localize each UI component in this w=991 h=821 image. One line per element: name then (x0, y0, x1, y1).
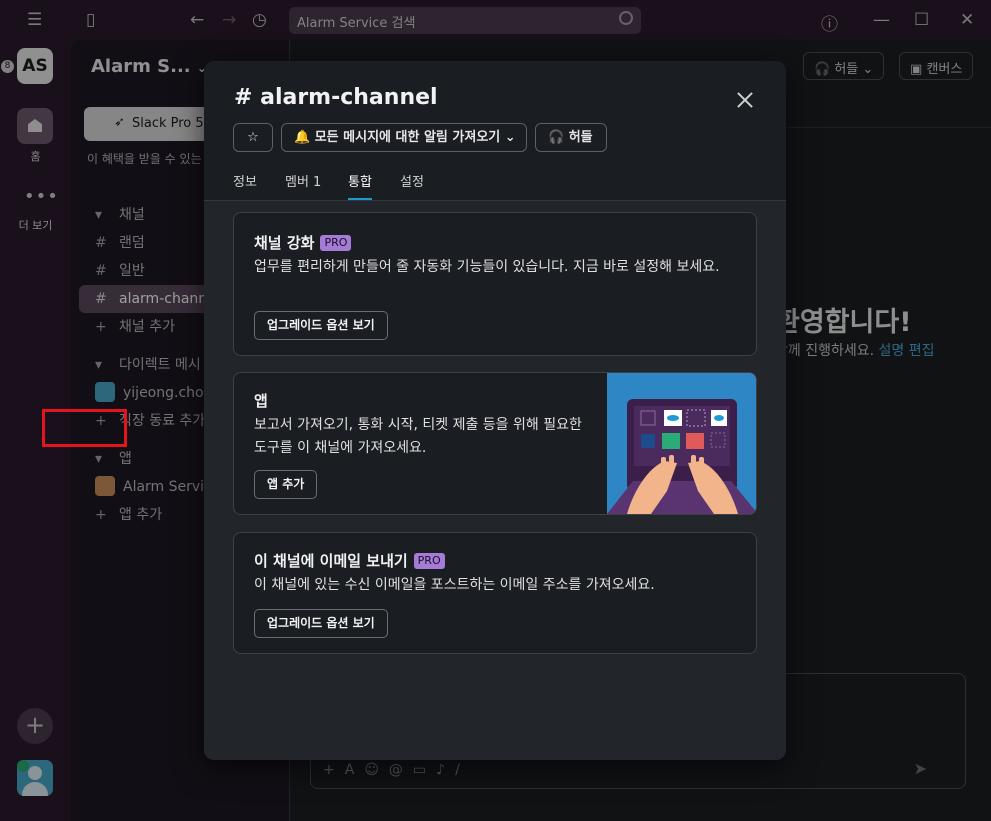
card-title: 채널 강화 PRO (254, 232, 352, 253)
card-description: 이 채널에 있는 수신 이메일을 포스트하는 이메일 주소를 가져오세요. (254, 577, 655, 593)
notification-settings-button[interactable]: 🔔 모든 메시지에 대한 알림 가져오기 ⌄ (281, 123, 527, 152)
pro-badge: PRO (320, 235, 352, 251)
modal-huddle-button[interactable]: 🎧 허들 (535, 123, 607, 152)
tab-info[interactable]: 정보 (233, 171, 257, 198)
view-upgrade-options-button-email[interactable]: 업그레이드 옵션 보기 (254, 609, 388, 638)
bell-icon: 🔔 (294, 130, 311, 145)
card-description: 보고서 가져오기, 통화 시작, 티켓 제출 등을 위해 필요한 도구를 이 채… (254, 417, 582, 456)
channel-enhance-card: 채널 강화 PRO 업무를 편리하게 만들어 줄 자동화 기능들이 있습니다. 지… (233, 212, 757, 356)
chevron-down-icon: ⌄ (504, 130, 516, 145)
card-title: 앱 (254, 392, 268, 410)
apps-illustration (607, 373, 756, 514)
view-upgrade-options-button[interactable]: 업그레이드 옵션 보기 (254, 311, 388, 340)
card-description: 업무를 편리하게 만들어 줄 자동화 기능들이 있습니다. 지금 바로 설정해 … (254, 259, 720, 275)
channel-details-modal: # alarm-channel ☆ 🔔 모든 메시지에 대한 알림 가져오기 ⌄… (204, 61, 786, 760)
star-icon: ☆ (247, 130, 259, 145)
tab-settings[interactable]: 설정 (400, 171, 424, 198)
headphones-icon: 🎧 (548, 130, 565, 145)
email-to-channel-card: 이 채널에 이메일 보내기 PRO 이 채널에 있는 수신 이메일을 포스트하는 … (233, 532, 757, 654)
highlight-box (42, 409, 127, 447)
close-icon[interactable] (734, 89, 756, 111)
pro-badge: PRO (413, 553, 445, 569)
tab-integrations[interactable]: 통합 (348, 171, 372, 200)
add-app-button[interactable]: 앱 추가 (254, 470, 318, 499)
modal-tabs: 정보 멤버 1 통합 설정 (204, 167, 786, 201)
modal-body: 채널 강화 PRO 업무를 편리하게 만들어 줄 자동화 기능들이 있습니다. 지… (204, 201, 786, 760)
star-button[interactable]: ☆ (233, 123, 273, 152)
modal-title: # alarm-channel (234, 85, 438, 110)
tab-members[interactable]: 멤버 1 (285, 171, 321, 198)
card-title: 이 채널에 이메일 보내기 PRO (254, 550, 445, 571)
apps-card: 앱 보고서 가져오기, 통화 시작, 티켓 제출 등을 위해 필요한 도구를 이… (233, 372, 757, 515)
